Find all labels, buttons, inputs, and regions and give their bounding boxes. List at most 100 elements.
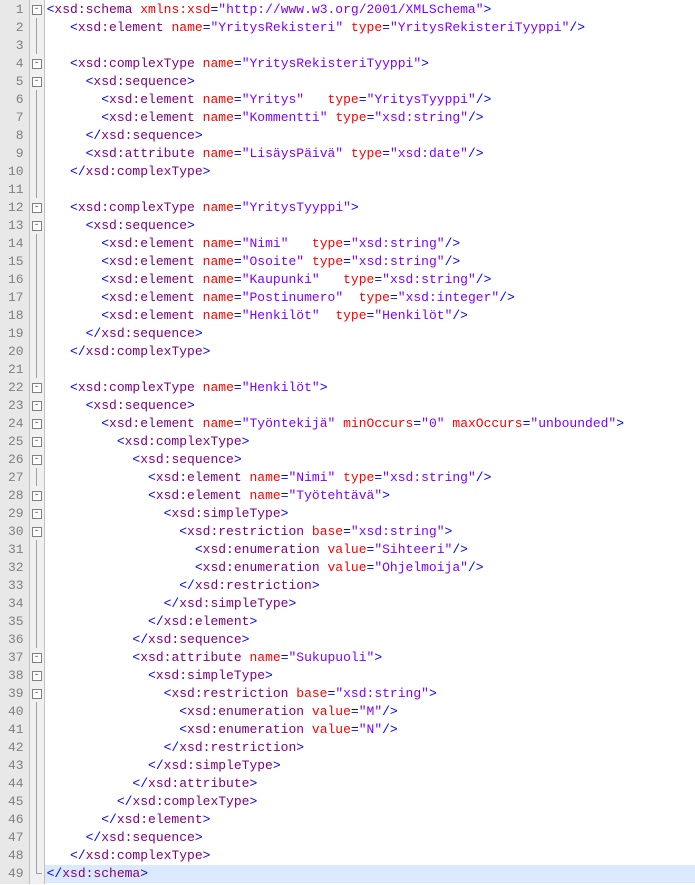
fold-cell[interactable]: - [30,216,44,234]
fold-cell[interactable] [30,468,44,486]
fold-cell[interactable] [30,162,44,180]
fold-cell[interactable] [30,180,44,198]
fold-cell[interactable]: - [30,432,44,450]
fold-cell[interactable] [30,36,44,54]
code-line[interactable]: <xsd:simpleType> [45,667,695,685]
fold-cell[interactable]: - [30,684,44,702]
fold-cell[interactable]: - [30,198,44,216]
fold-open-icon[interactable]: - [32,419,42,429]
fold-open-icon[interactable]: - [32,455,42,465]
fold-cell[interactable] [30,360,44,378]
code-line[interactable]: </xsd:complexType> [45,163,695,181]
fold-open-icon[interactable]: - [32,509,42,519]
code-line[interactable]: <xsd:enumeration value="Sihteeri"/> [45,541,695,559]
code-line[interactable] [45,37,695,55]
fold-open-icon[interactable]: - [32,437,42,447]
code-line[interactable]: </xsd:restriction> [45,577,695,595]
code-line[interactable]: <xsd:element name="Nimi" type="xsd:strin… [45,469,695,487]
fold-cell[interactable] [30,342,44,360]
code-line[interactable]: </xsd:schema> [45,865,695,883]
fold-cell[interactable] [30,774,44,792]
code-line[interactable]: <xsd:element name="Nimi" type="xsd:strin… [45,235,695,253]
code-line[interactable]: <xsd:element name="Osoite" type="xsd:str… [45,253,695,271]
fold-cell[interactable] [30,108,44,126]
code-line[interactable]: <xsd:sequence> [45,217,695,235]
code-line[interactable]: </xsd:complexType> [45,847,695,865]
code-area[interactable]: <xsd:schema xmlns:xsd="http://www.w3.org… [45,0,695,884]
fold-cell[interactable]: - [30,54,44,72]
fold-cell[interactable] [30,792,44,810]
fold-cell[interactable] [30,144,44,162]
fold-open-icon[interactable]: - [32,59,42,69]
code-line[interactable]: </xsd:sequence> [45,631,695,649]
fold-cell[interactable] [30,864,44,882]
code-line[interactable]: <xsd:element name="Yritys" type="YritysT… [45,91,695,109]
fold-cell[interactable] [30,810,44,828]
fold-cell[interactable]: - [30,414,44,432]
code-line[interactable]: <xsd:element name="Kaupunki" type="xsd:s… [45,271,695,289]
fold-cell[interactable] [30,90,44,108]
code-line[interactable]: <xsd:sequence> [45,397,695,415]
fold-cell[interactable] [30,576,44,594]
code-line[interactable]: </xsd:element> [45,811,695,829]
code-line[interactable]: <xsd:element name="Postinumero" type="xs… [45,289,695,307]
code-line[interactable]: <xsd:sequence> [45,451,695,469]
code-line[interactable]: <xsd:complexType name="Henkilöt"> [45,379,695,397]
fold-cell[interactable] [30,702,44,720]
fold-gutter[interactable]: - - - - - - - - - - - - - - - - [30,0,45,884]
fold-cell[interactable] [30,594,44,612]
code-line[interactable]: </xsd:element> [45,613,695,631]
fold-cell[interactable]: - [30,396,44,414]
code-line[interactable]: <xsd:element name="Työntekijä" minOccurs… [45,415,695,433]
fold-cell[interactable] [30,756,44,774]
code-line[interactable]: </xsd:sequence> [45,829,695,847]
fold-cell[interactable] [30,324,44,342]
fold-open-icon[interactable]: - [32,689,42,699]
fold-cell[interactable]: - [30,450,44,468]
code-line[interactable]: <xsd:element name="Työtehtävä"> [45,487,695,505]
fold-cell[interactable] [30,738,44,756]
code-line[interactable]: <xsd:complexType> [45,433,695,451]
fold-cell[interactable]: - [30,0,44,18]
code-line[interactable] [45,361,695,379]
fold-cell[interactable] [30,126,44,144]
fold-open-icon[interactable]: - [32,77,42,87]
code-line[interactable] [45,181,695,199]
fold-open-icon[interactable]: - [32,671,42,681]
fold-cell[interactable]: - [30,666,44,684]
code-line[interactable]: </xsd:simpleType> [45,757,695,775]
code-line[interactable]: </xsd:complexType> [45,793,695,811]
fold-cell[interactable]: - [30,72,44,90]
code-line[interactable]: <xsd:simpleType> [45,505,695,523]
code-line[interactable]: <xsd:enumeration value="N"/> [45,721,695,739]
fold-cell[interactable] [30,252,44,270]
code-line[interactable]: </xsd:attribute> [45,775,695,793]
fold-cell[interactable]: - [30,486,44,504]
fold-cell[interactable] [30,270,44,288]
fold-open-icon[interactable]: - [32,221,42,231]
code-line[interactable]: <xsd:element name="Henkilöt" type="Henki… [45,307,695,325]
code-line[interactable]: <xsd:complexType name="YritysTyyppi"> [45,199,695,217]
fold-cell[interactable] [30,612,44,630]
fold-cell[interactable] [30,288,44,306]
fold-cell[interactable] [30,540,44,558]
fold-cell[interactable]: - [30,522,44,540]
fold-open-icon[interactable]: - [32,383,42,393]
code-line[interactable]: <xsd:complexType name="YritysRekisteriTy… [45,55,695,73]
code-line[interactable]: </xsd:sequence> [45,127,695,145]
fold-cell[interactable] [30,720,44,738]
code-line[interactable]: </xsd:complexType> [45,343,695,361]
fold-cell[interactable] [30,630,44,648]
code-line[interactable]: <xsd:enumeration value="Ohjelmoija"/> [45,559,695,577]
fold-open-icon[interactable]: - [32,653,42,663]
fold-cell[interactable]: - [30,648,44,666]
fold-cell[interactable]: - [30,378,44,396]
code-line[interactable]: <xsd:element name="YritysRekisteri" type… [45,19,695,37]
fold-open-icon[interactable]: - [32,5,42,15]
code-line[interactable]: <xsd:sequence> [45,73,695,91]
code-line[interactable]: <xsd:element name="Kommentti" type="xsd:… [45,109,695,127]
code-line[interactable]: <xsd:attribute name="Sukupuoli"> [45,649,695,667]
code-line[interactable]: <xsd:restriction base="xsd:string"> [45,523,695,541]
fold-open-icon[interactable]: - [32,203,42,213]
fold-cell[interactable] [30,828,44,846]
